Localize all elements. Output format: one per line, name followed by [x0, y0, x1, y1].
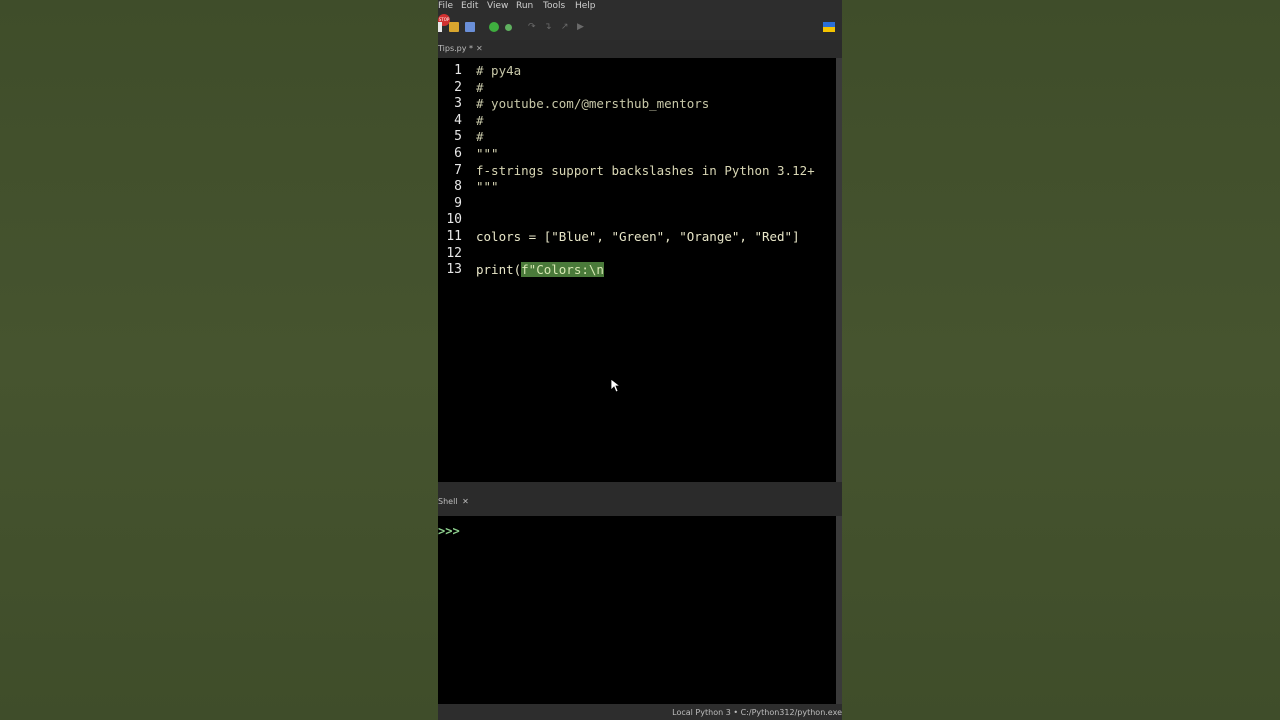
line-number: 11 — [446, 229, 462, 244]
interpreter-status[interactable]: Local Python 3 • C:/Python312/python.exe — [672, 708, 842, 717]
line-number: 8 — [454, 179, 462, 194]
code-line: # — [476, 113, 484, 128]
code-line: # — [476, 80, 484, 95]
menu-run[interactable]: Run — [516, 1, 533, 11]
code-editor[interactable]: # py4a # # youtube.com/@mersthub_mentors… — [472, 58, 836, 482]
editor-tab-bar: Tips.py * ✕ — [438, 40, 842, 58]
shell-tab-close-icon[interactable]: ✕ — [462, 497, 469, 506]
shell-prompt: >>> — [438, 524, 460, 538]
code-line: colors = ["Blue", "Green", "Orange", "Re… — [476, 229, 800, 244]
tab-tips-py[interactable]: Tips.py * ✕ — [438, 41, 487, 57]
code-line: # — [476, 129, 484, 144]
step-into-icon[interactable]: ↴ — [544, 23, 554, 32]
line-number: 7 — [454, 163, 462, 178]
code-text: print( — [476, 262, 522, 277]
menu-bar: File Edit View Run Tools Help — [438, 0, 842, 14]
shell-console[interactable]: >>> — [438, 516, 836, 704]
highlighted-string: f"Colors:\n — [521, 262, 604, 277]
ukraine-flag-icon[interactable] — [823, 22, 835, 32]
toolbar: ↷ ↴ ↗ ▶ STOP — [438, 14, 842, 40]
line-number: 12 — [446, 246, 462, 261]
thonny-ide-window: File Edit View Run Tools Help ↷ ↴ ↗ ▶ ST… — [438, 0, 842, 720]
code-line: # py4a — [476, 63, 522, 78]
menu-file[interactable]: File — [438, 1, 453, 11]
line-number: 3 — [454, 96, 462, 111]
step-out-icon[interactable]: ↗ — [561, 23, 571, 32]
menu-view[interactable]: View — [487, 1, 508, 11]
code-line: print(f"Colors:\n — [476, 261, 604, 278]
line-number: 1 — [454, 63, 462, 78]
menu-help[interactable]: Help — [575, 1, 596, 11]
line-number: 4 — [454, 113, 462, 128]
code-line: """ — [476, 146, 499, 161]
line-number: 2 — [454, 80, 462, 95]
code-line: # youtube.com/@mersthub_mentors — [476, 96, 710, 111]
line-number-gutter: 1 2 3 4 5 6 7 8 9 10 11 12 13 — [438, 58, 472, 482]
tab-shell[interactable]: Shell ✕ — [438, 497, 469, 506]
code-line: """ — [476, 179, 499, 194]
save-icon[interactable] — [465, 22, 475, 32]
status-bar: Local Python 3 • C:/Python312/python.exe — [438, 704, 842, 720]
run-icon[interactable] — [489, 22, 499, 32]
mouse-pointer-icon — [610, 378, 620, 393]
step-over-icon[interactable]: ↷ — [528, 23, 538, 32]
line-number: 9 — [454, 196, 462, 211]
menu-tools[interactable]: Tools — [543, 1, 565, 11]
tab-close-icon[interactable]: ✕ — [476, 44, 483, 53]
line-number: 13 — [446, 262, 462, 277]
line-number: 10 — [446, 212, 462, 227]
code-line: f-strings support backslashes in Python … — [476, 163, 815, 178]
new-file-icon[interactable] — [438, 22, 442, 32]
debug-icon[interactable] — [505, 24, 512, 31]
editor-scrollbar[interactable] — [836, 58, 842, 482]
shell-tab-bar: Shell ✕ — [438, 482, 842, 516]
line-number: 5 — [454, 129, 462, 144]
menu-edit[interactable]: Edit — [461, 1, 478, 11]
shell-tab-label: Shell — [438, 497, 458, 506]
resume-icon[interactable]: ▶ — [577, 23, 587, 32]
background-left — [0, 0, 438, 720]
line-number: 6 — [454, 146, 462, 161]
tab-label: Tips.py * — [438, 44, 474, 53]
open-folder-icon[interactable] — [449, 22, 459, 32]
shell-scrollbar[interactable] — [836, 516, 842, 704]
background-right — [842, 0, 1280, 720]
